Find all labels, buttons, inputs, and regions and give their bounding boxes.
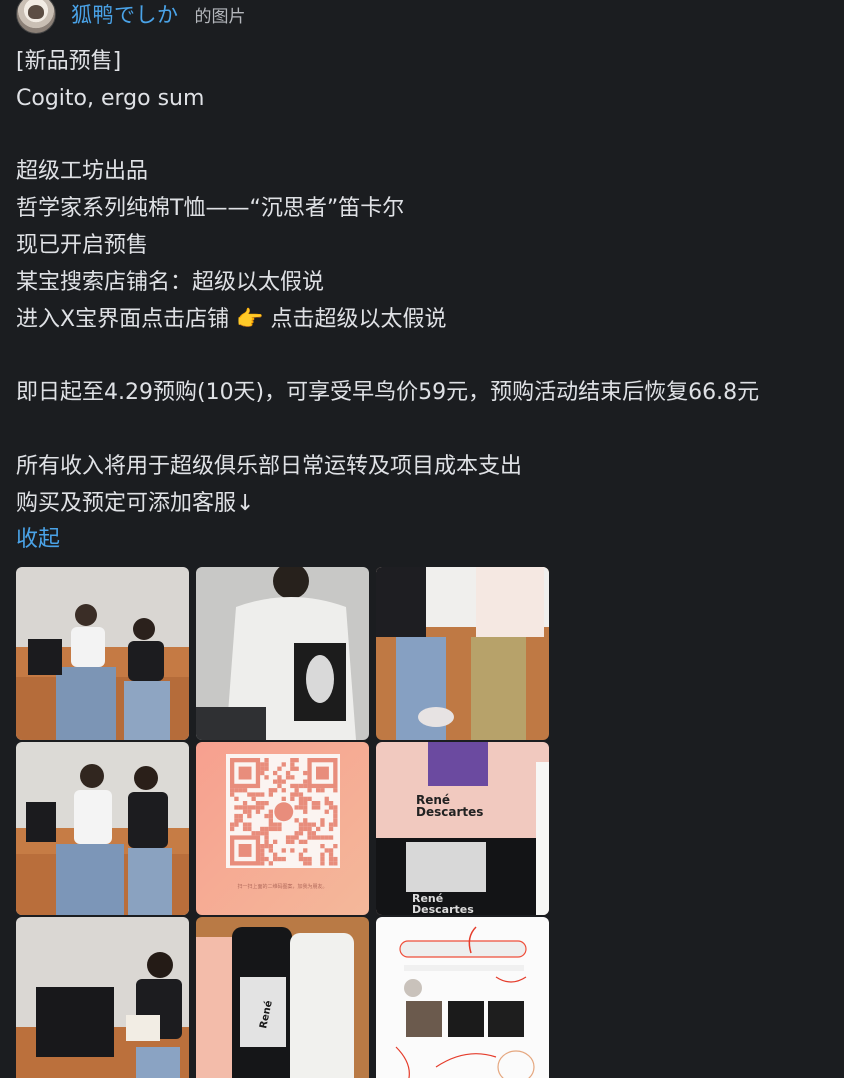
print-title-2: Descartes xyxy=(416,805,483,819)
photo-shirt-prints[interactable]: René Descartes René Descartes xyxy=(376,742,549,915)
photo-couple-sofa-2[interactable] xyxy=(16,742,189,915)
post-line: 购买及预定可添加客服↓ xyxy=(16,490,255,516)
photo-folded-shirts[interactable]: René xyxy=(196,917,369,1078)
post-body: [新品预售] Cogito, ergo sum 超级工坊出品 哲学家系列纯棉T恤… xyxy=(16,44,836,559)
photo-reading-sofa[interactable] xyxy=(16,917,189,1078)
photo-couple-sofa-1[interactable] xyxy=(16,567,189,740)
qr-caption: 扫一扫上面的二维码图案，加我为朋友。 xyxy=(237,883,327,890)
post-line: Cogito, ergo sum xyxy=(16,85,205,111)
print-title-4: Descartes xyxy=(412,903,474,915)
avatar[interactable] xyxy=(16,0,56,34)
image-grid: 扫一扫上面的二维码图案，加我为朋友。 René Descartes René D… xyxy=(16,567,549,1078)
post-line: 所有收入将用于超级俱乐部日常运转及项目成本支出 xyxy=(16,453,523,479)
post-header: 狐鸭でしか 的图片 xyxy=(16,0,246,34)
post-line: 进入X宝界面点击店铺 👉 点击超级以太假说 xyxy=(16,306,447,332)
photo-wechat-qr[interactable]: 扫一扫上面的二维码图案，加我为朋友。 xyxy=(196,742,369,915)
post-page: 狐鸭でしか 的图片 [新品预售] Cogito, ergo sum 超级工坊出品… xyxy=(0,0,844,1078)
post-line: 即日起至4.29预购(10天)，可享受早鸟价59元，预购活动结束后恢复66.8元 xyxy=(16,380,760,406)
photo-back-print[interactable] xyxy=(196,567,369,740)
photo-sitting-jeans[interactable] xyxy=(376,567,549,740)
photo-shop-guide[interactable] xyxy=(376,917,549,1078)
post-line: 超级工坊出品 xyxy=(16,159,149,185)
post-line: 哲学家系列纯棉T恤——“沉思者”笛卡尔 xyxy=(16,196,405,222)
header-suffix: 的图片 xyxy=(194,6,246,27)
username-link[interactable]: 狐鸭でしか xyxy=(71,0,179,29)
collapse-link[interactable]: 收起 xyxy=(16,522,836,559)
post-line: 现已开启预售 xyxy=(16,232,149,258)
post-line: 某宝搜索店铺名：超级以太假说 xyxy=(16,269,325,295)
post-line: [新品预售] xyxy=(16,49,122,74)
